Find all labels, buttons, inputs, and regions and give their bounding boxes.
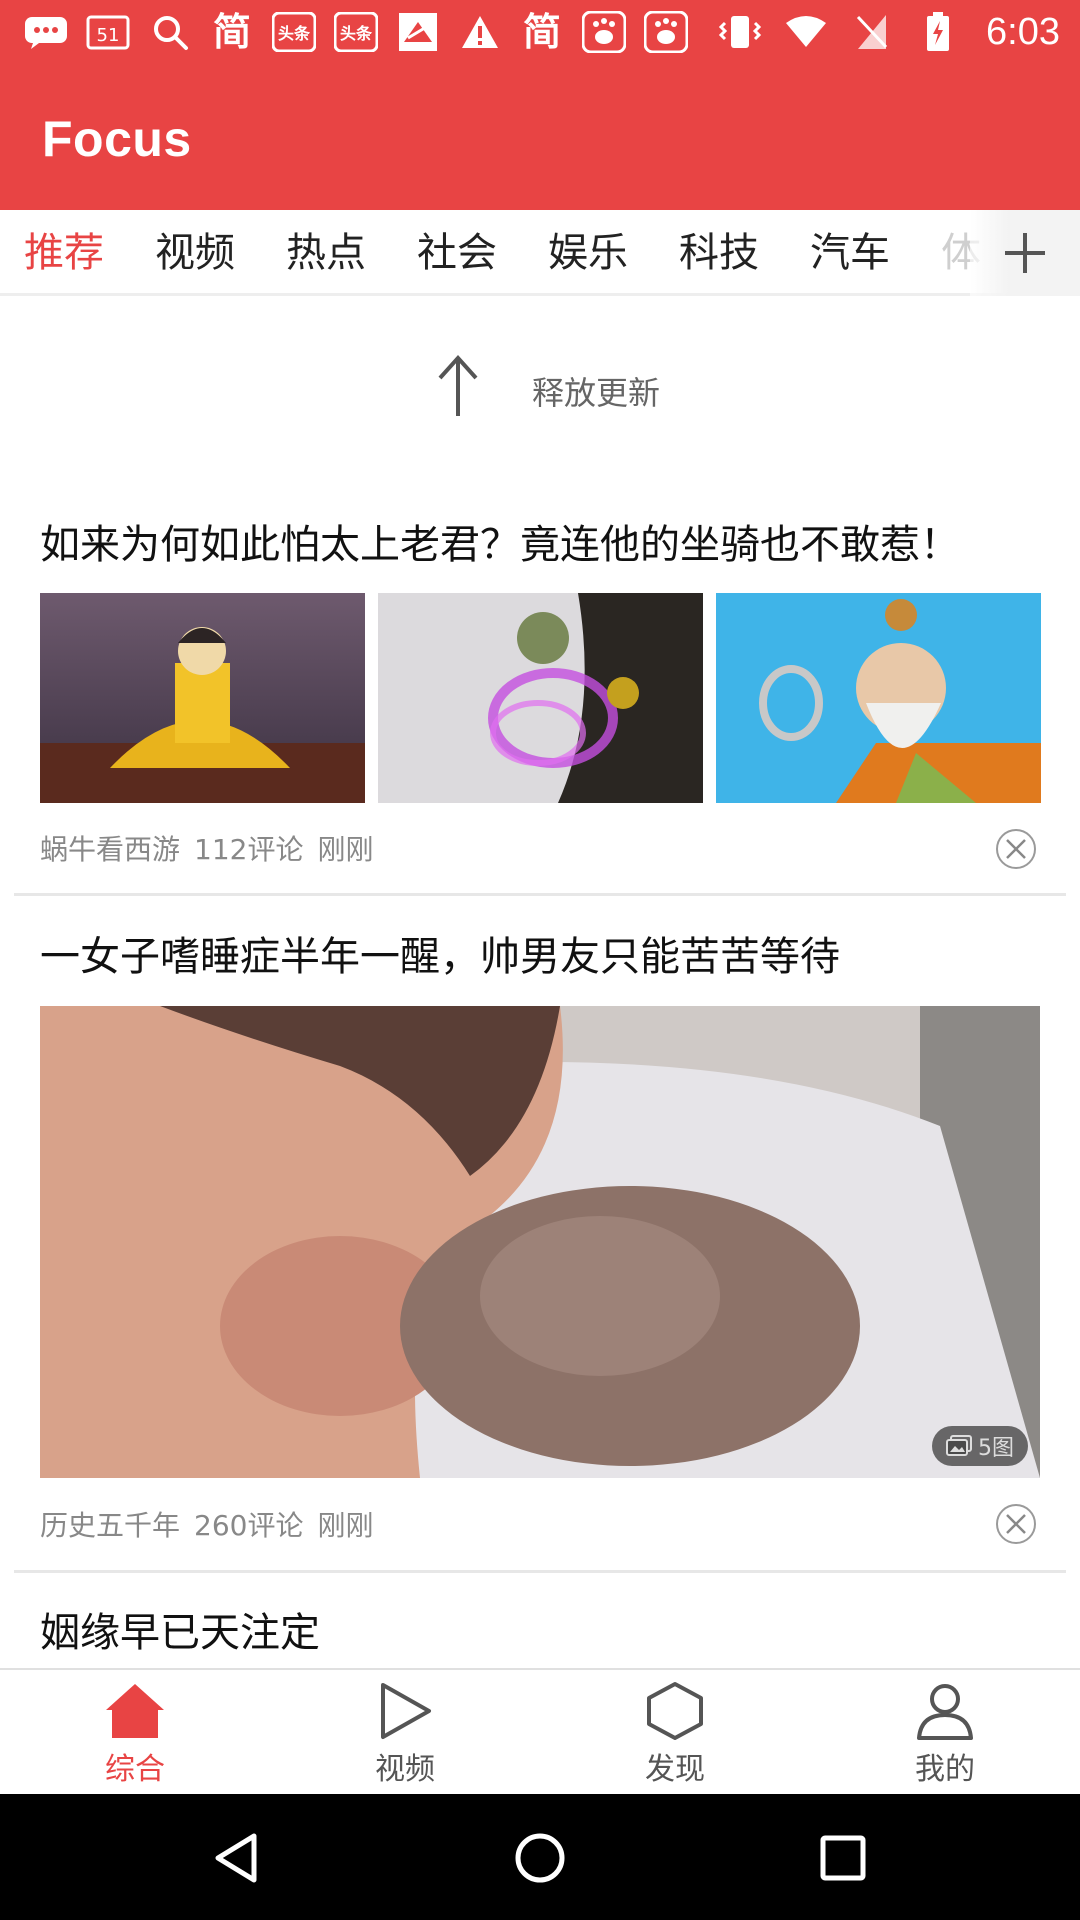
article-title[interactable]: 一女子嗜睡症半年一醒，帅男友只能苦苦等待 — [40, 924, 840, 982]
baidu-icon — [642, 8, 690, 56]
arrow-up-icon — [438, 355, 478, 416]
thumbnail-image[interactable] — [40, 593, 365, 803]
article-title[interactable]: 姻缘早已天注定 — [40, 1600, 320, 1658]
search-icon — [146, 8, 194, 56]
battery-charging-icon — [914, 8, 962, 56]
news-item[interactable]: 如来为何如此怕太上老君？竟连他的坐骑也不敢惹！ 蜗牛看西游 112评论 刚刚 — [0, 482, 1080, 896]
close-icon — [1006, 839, 1026, 859]
thumbnail-image[interactable] — [716, 593, 1041, 803]
system-navigation-bar — [0, 1794, 1080, 1920]
toutiao-icon: 头条 — [270, 8, 318, 56]
close-icon — [1006, 1514, 1026, 1534]
comment-count: 112评论 — [194, 833, 304, 866]
article-source: 历史五千年 — [40, 1509, 181, 1542]
svg-text:头条: 头条 — [278, 24, 311, 43]
svg-text:头条: 头条 — [340, 24, 373, 43]
play-icon — [381, 1683, 431, 1739]
add-category-button[interactable] — [970, 210, 1080, 296]
category-tabs: 推荐 视频 热点 社会 娱乐 科技 汽车 体 — [0, 210, 1080, 296]
thumbnail-image[interactable] — [378, 593, 703, 803]
app-title: Focus — [42, 111, 192, 167]
clock-time: 6:03 — [986, 10, 1060, 53]
article-source: 蜗牛看西游 — [40, 833, 181, 866]
article-meta: 历史五千年 260评论 刚刚 — [40, 1504, 387, 1544]
dismiss-button[interactable] — [996, 829, 1036, 869]
gallery-icon — [946, 1435, 972, 1456]
back-button[interactable] — [208, 1830, 264, 1886]
status-bar: 51 简 头条 头条 简 6:03 — [0, 0, 1080, 64]
back-triangle-icon — [215, 1833, 257, 1883]
nav-discover[interactable]: 发现 — [595, 1680, 755, 1790]
bird-app-icon — [394, 8, 442, 56]
no-sim-icon — [848, 8, 896, 56]
vibrate-icon — [716, 8, 764, 56]
calendar-51-icon: 51 — [84, 8, 132, 56]
app-bar: Focus — [0, 64, 1080, 210]
svg-text:51: 51 — [97, 25, 120, 46]
plus-icon — [1005, 233, 1045, 273]
dismiss-button[interactable] — [996, 1504, 1036, 1544]
notification-icons: 51 简 头条 头条 简 — [22, 8, 690, 56]
news-item[interactable]: 一女子嗜睡症半年一醒，帅男友只能苦苦等待 5图 历史五千年 260评论 刚刚 — [0, 896, 1080, 1573]
tab-society[interactable]: 社会 — [417, 224, 497, 282]
article-image[interactable]: 5图 — [40, 1006, 1040, 1478]
image-count-badge: 5图 — [932, 1426, 1028, 1466]
nav-video[interactable]: 视频 — [325, 1680, 485, 1790]
comment-count: 260评论 — [194, 1509, 304, 1542]
publish-time: 刚刚 — [317, 1509, 374, 1542]
chat-icon — [22, 8, 70, 56]
toutiao-icon: 头条 — [332, 8, 380, 56]
system-status-icons: 6:03 — [716, 8, 1060, 56]
news-item[interactable]: 姻缘早已天注定 — [0, 1572, 1080, 1668]
recents-square-icon — [820, 1835, 866, 1881]
tab-entertainment[interactable]: 娱乐 — [548, 224, 628, 282]
jian-icon: 简 — [522, 10, 561, 54]
home-icon — [106, 1684, 164, 1738]
pull-to-refresh: 释放更新 — [0, 296, 1080, 482]
baidu-icon — [580, 8, 628, 56]
tab-hot[interactable]: 热点 — [286, 224, 366, 282]
wifi-icon — [782, 8, 830, 56]
person-icon — [917, 1684, 973, 1740]
article-meta: 蜗牛看西游 112评论 刚刚 — [40, 828, 387, 868]
tab-tech[interactable]: 科技 — [679, 224, 759, 282]
article-title[interactable]: 如来为何如此怕太上老君？竟连他的坐骑也不敢惹！ — [40, 512, 960, 570]
jian-icon: 简 — [212, 10, 251, 54]
publish-time: 刚刚 — [317, 833, 374, 866]
bottom-navigation: 综合 视频 发现 我的 — [0, 1668, 1080, 1794]
hexagon-icon — [647, 1682, 703, 1740]
recents-button[interactable] — [815, 1830, 871, 1886]
nav-me[interactable]: 我的 — [865, 1680, 1025, 1790]
refresh-label: 释放更新 — [532, 374, 661, 412]
tab-video[interactable]: 视频 — [155, 224, 235, 282]
tab-auto[interactable]: 汽车 — [810, 224, 890, 282]
home-circle-icon — [515, 1833, 565, 1883]
warning-icon — [456, 8, 504, 56]
home-button[interactable] — [512, 1830, 568, 1886]
nav-home[interactable]: 综合 — [55, 1680, 215, 1790]
thumbnail-row — [0, 593, 1080, 803]
image-count: 5图 — [978, 1436, 1014, 1461]
tab-recommend[interactable]: 推荐 — [24, 224, 104, 282]
